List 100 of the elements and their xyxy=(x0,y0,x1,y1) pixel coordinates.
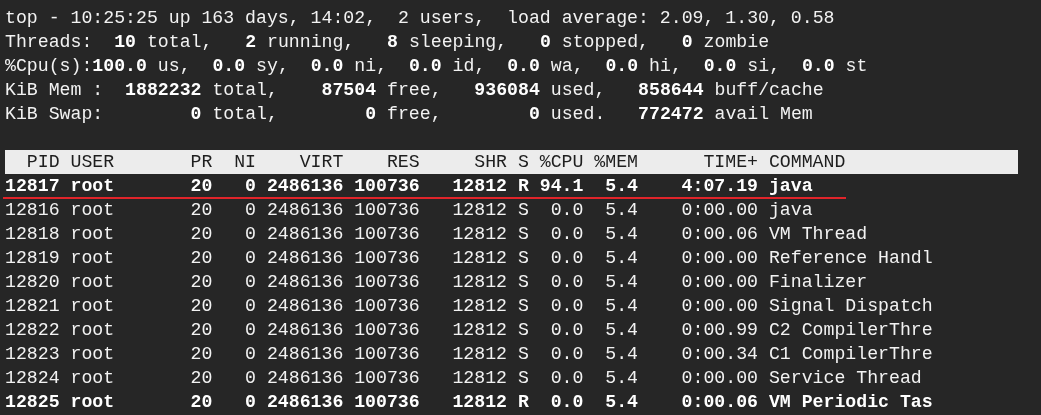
table-cell-text: VM Thread xyxy=(767,223,869,246)
table-cell-text: root xyxy=(69,319,116,342)
table-cell-text: 5.4 xyxy=(604,319,638,342)
table-cell-text: S xyxy=(516,343,529,366)
table-cell-text: 5.4 xyxy=(604,367,638,390)
table-cell-text: 5.4 xyxy=(604,343,638,366)
table-cell-text: 12817 xyxy=(5,175,60,198)
column-header: COMMAND xyxy=(767,151,847,174)
table-cell-text: S xyxy=(516,367,529,390)
table-cell-text: S xyxy=(516,199,529,222)
table-cell-text: 0 xyxy=(244,175,256,198)
table-cell-text: 12812 xyxy=(451,391,507,414)
table-cell-text: 0 xyxy=(244,295,256,318)
summary-line: %Cpu(s):100.0 us, 0.0 sy, 0.0 ni, 0.0 id, 0.0 wa, 0.0 hi, 0.0 si, 0.0 st xyxy=(5,55,869,78)
table-cell-text: 94.1 xyxy=(538,175,584,198)
table-cell-text: 100736 xyxy=(353,319,420,342)
table-cell-text: 0:00.06 xyxy=(680,223,758,246)
summary-line: KiB Swap: 0 total, 0 free, 0 used. 772472 avail Mem xyxy=(5,103,814,126)
table-cell-text: root xyxy=(69,367,116,390)
table-cell-text: 0 xyxy=(244,199,256,222)
table-cell-text: 20 xyxy=(189,247,213,270)
table-cell-text: 2486136 xyxy=(265,247,344,270)
table-cell-text: root xyxy=(69,391,116,414)
table-cell-text: 100736 xyxy=(353,271,420,294)
column-header: SHR xyxy=(473,151,507,174)
table-cell-text: 5.4 xyxy=(604,391,638,414)
table-cell-text: 0:00.34 xyxy=(680,343,758,366)
table-cell-text: R xyxy=(516,175,529,198)
column-header: USER xyxy=(69,151,116,174)
table-cell-text: 0 xyxy=(244,367,256,390)
table-cell-text: 12816 xyxy=(5,199,60,222)
column-header: RES xyxy=(385,151,420,174)
table-cell-text: 20 xyxy=(189,295,213,318)
table-cell-text: 100736 xyxy=(353,247,420,270)
summary-line: Threads: 10 total, 2 running, 8 sleeping, 0 stopped, 0 zombie xyxy=(5,31,771,54)
table-cell-text: 0.0 xyxy=(549,367,584,390)
table-cell-text: 2486136 xyxy=(265,223,344,246)
table-cell-text: 0.0 xyxy=(549,319,584,342)
table-cell-text: Signal Dispatch xyxy=(767,295,934,318)
table-cell-text: 5.4 xyxy=(604,247,638,270)
column-header: PID xyxy=(25,151,60,174)
table-cell-text: 12821 xyxy=(5,295,60,318)
column-header: PR xyxy=(189,151,213,174)
table-cell-text: root xyxy=(69,343,116,366)
column-header: TIME+ xyxy=(702,151,758,174)
table-cell-text: 12824 xyxy=(5,367,60,390)
table-cell-text: 5.4 xyxy=(604,199,638,222)
table-cell-text: 0 xyxy=(244,319,256,342)
table-cell-text: 100736 xyxy=(353,295,420,318)
table-cell-text: 0:00.00 xyxy=(680,271,758,294)
table-cell-text: 12820 xyxy=(5,271,60,294)
table-cell-text: 0.0 xyxy=(549,199,584,222)
table-cell-text: 20 xyxy=(189,199,213,222)
table-cell-text: 12812 xyxy=(451,247,507,270)
table-cell-text: Reference Handl xyxy=(767,247,934,270)
table-cell-text: R xyxy=(516,391,529,414)
table-cell-text: 20 xyxy=(189,223,213,246)
table-cell-text: 12822 xyxy=(5,319,60,342)
table-cell-text: java xyxy=(767,199,814,222)
table-cell-text: 100736 xyxy=(353,199,420,222)
table-cell-text: java xyxy=(767,175,814,198)
column-header: NI xyxy=(233,151,256,174)
table-cell-text: 0.0 xyxy=(549,247,584,270)
table-cell-text: 4:07.19 xyxy=(680,175,758,198)
table-cell-text: 2486136 xyxy=(265,175,344,198)
table-cell-text: 0.0 xyxy=(549,271,584,294)
table-cell-text: S xyxy=(516,223,529,246)
table-cell-text: 0.0 xyxy=(549,343,584,366)
table-cell-text: 2486136 xyxy=(265,391,344,414)
table-cell-text: root xyxy=(69,247,116,270)
table-cell-text: 5.4 xyxy=(604,295,638,318)
table-cell-text: S xyxy=(516,319,529,342)
table-cell-text: 12823 xyxy=(5,343,60,366)
table-cell-text: 12818 xyxy=(5,223,60,246)
table-cell-text: 12812 xyxy=(451,199,507,222)
table-cell-text: 12819 xyxy=(5,247,60,270)
table-cell-text: 20 xyxy=(189,367,213,390)
table-cell-text: 0.0 xyxy=(549,223,584,246)
table-cell-text: 0:00.00 xyxy=(680,295,758,318)
table-cell-text: 2486136 xyxy=(265,319,344,342)
table-cell-text: C2 CompilerThre xyxy=(767,319,934,342)
column-header: %CPU xyxy=(538,151,584,174)
table-cell-text: 0 xyxy=(244,247,256,270)
table-cell-text: 0 xyxy=(244,271,256,294)
column-header: S xyxy=(516,151,529,174)
table-cell-text: 20 xyxy=(189,391,213,414)
table-cell-text: S xyxy=(516,271,529,294)
table-cell-text: root xyxy=(69,295,116,318)
table-cell-text: 2486136 xyxy=(265,343,344,366)
column-header: %MEM xyxy=(593,151,638,174)
table-cell-text: 0 xyxy=(244,343,256,366)
table-cell-text: 2486136 xyxy=(265,271,344,294)
table-cell-text: 12812 xyxy=(451,295,507,318)
table-cell-text: VM Periodic Tas xyxy=(767,391,934,414)
table-cell-text: 2486136 xyxy=(265,199,344,222)
table-cell-text: 100736 xyxy=(353,391,420,414)
table-cell-text: 100736 xyxy=(353,343,420,366)
table-cell-text: 12812 xyxy=(451,223,507,246)
summary-line: top - 10:25:25 up 163 days, 14:02, 2 users, load average: 2.09, 1.30, 0.58 xyxy=(5,7,836,30)
table-cell-text: 12812 xyxy=(451,343,507,366)
